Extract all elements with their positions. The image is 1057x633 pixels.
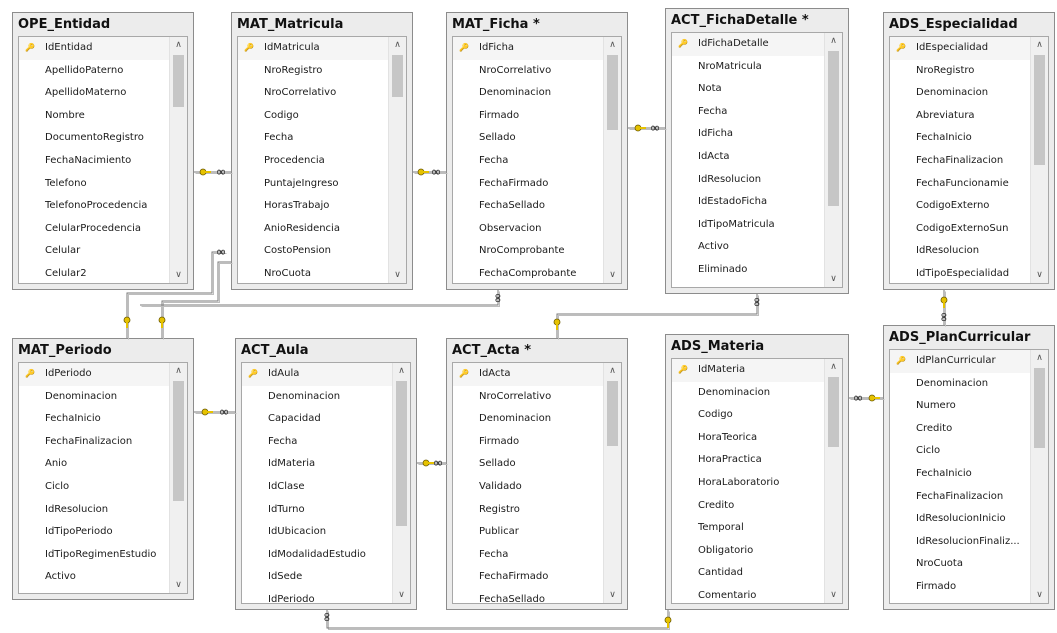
key-icon [199,168,211,176]
key-icon [868,394,880,402]
key-icon [940,296,948,308]
link-matricula-periodo-2[interactable] [161,261,231,338]
infinity-icon: ∞ [650,121,661,136]
infinity-icon: ∞ [936,312,951,323]
key-icon [634,124,646,132]
infinity-icon: ∞ [216,245,227,260]
link-aula-materia-shadow [328,611,670,630]
relationship-lines: ∞ ∞ ∞ ∞ ∞ ∞ ∞ ∞ ∞ ∞ ∞ [123,121,951,630]
infinity-icon: ∞ [433,456,444,471]
infinity-icon: ∞ [219,405,230,420]
link-ficha-periodo-shadow [141,291,500,307]
infinity-icon: ∞ [490,293,505,304]
key-icon [664,616,672,628]
infinity-icon: ∞ [853,391,864,406]
infinity-icon: ∞ [749,297,764,308]
infinity-icon: ∞ [431,165,442,180]
key-icon [417,168,429,176]
diagram-canvas: OPE_Entidad 🔑 IdEntidad ApellidoPaterno Apel… [0,0,1057,633]
infinity-icon: ∞ [319,612,334,623]
key-icon [553,318,561,330]
key-icon [201,408,213,416]
infinity-icon: ∞ [216,165,227,180]
link-aula-materia[interactable] [326,610,669,629]
key-icon [123,316,131,328]
link-detalle-acta-shadow [558,295,759,340]
key-icon [158,316,166,328]
